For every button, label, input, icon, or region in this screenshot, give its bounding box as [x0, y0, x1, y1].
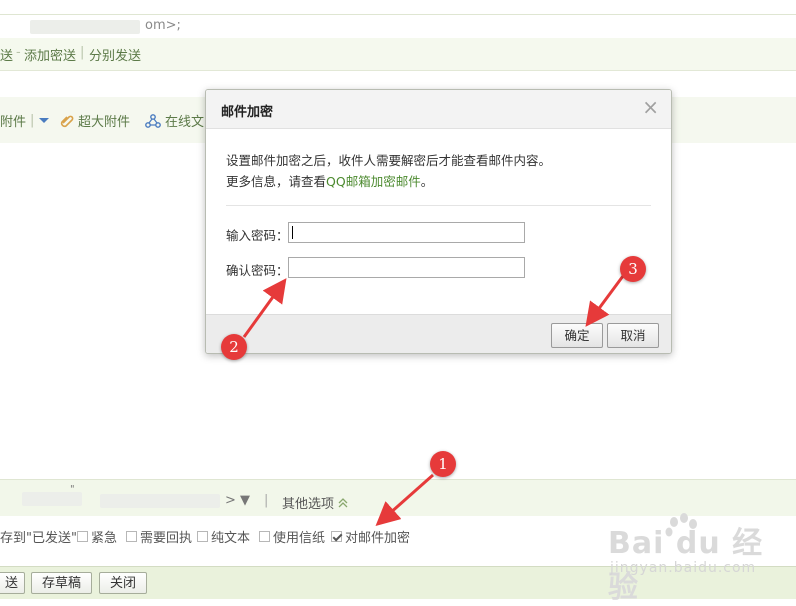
step-badge-2: 2: [221, 334, 247, 360]
annotation-arrow-3: [585, 275, 625, 327]
annotation-arrow-1: [375, 473, 434, 526]
annotation-arrow-2: [242, 278, 287, 338]
baidu-watermark: Bai du 经验 jingyan.baidu.com: [598, 512, 788, 605]
step-badge-3: 3: [620, 256, 646, 282]
watermark-sub: jingyan.baidu.com: [610, 560, 757, 576]
annotation-arrows: [242, 275, 625, 526]
step-badge-1: 1: [430, 451, 456, 477]
